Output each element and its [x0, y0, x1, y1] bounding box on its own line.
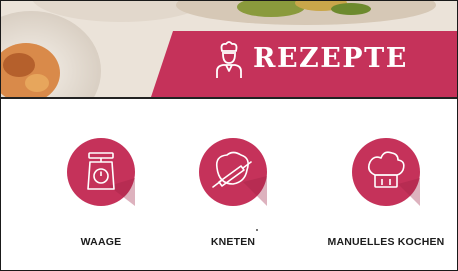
tile-label: WAAGE	[80, 236, 122, 248]
chef-hat-icon	[352, 138, 420, 206]
recipes-header[interactable]: REZEPTE	[1, 1, 457, 97]
tile-label: MANUELLES KOCHEN	[327, 236, 445, 248]
tile-kneten[interactable]: KNETEN	[163, 138, 303, 258]
header-divider	[1, 97, 457, 99]
app-window: REZEPTE WAAGE KNETEN MANUELLES KOCHEN	[0, 0, 458, 271]
scale-icon	[67, 138, 135, 206]
kneading-icon	[199, 138, 267, 206]
tile-label: KNETEN	[210, 236, 256, 248]
decor-dot	[256, 229, 258, 231]
tile-waage[interactable]: WAAGE	[31, 138, 171, 258]
tile-manuelles-kochen[interactable]: MANUELLES KOCHEN	[316, 138, 456, 258]
page-title: REZEPTE	[253, 43, 408, 74]
chef-icon	[216, 41, 242, 78]
